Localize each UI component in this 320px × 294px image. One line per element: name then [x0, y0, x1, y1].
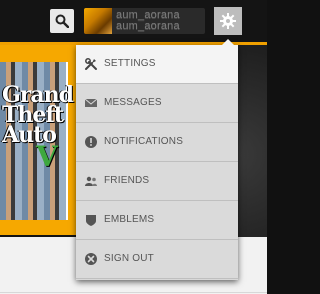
gear-icon	[220, 13, 236, 29]
menu-item-messages[interactable]: MESSAGES	[76, 84, 238, 123]
emblem-icon	[86, 215, 96, 226]
close-circle-icon	[85, 253, 97, 265]
menu-item-settings[interactable]: SETTINGS	[76, 45, 238, 84]
username: aum_aorana aum_aorana	[116, 9, 180, 32]
menu-item-label: MESSAGES	[104, 97, 162, 108]
menu-item-label: EMBLEMS	[104, 214, 155, 225]
friends-icon	[85, 176, 97, 186]
menu-item-label: NOTIFICATIONS	[104, 136, 184, 147]
menu-item-label: SIGN OUT	[104, 253, 154, 264]
menu-item-emblems[interactable]: EMBLEMS	[76, 201, 238, 240]
avatar	[84, 8, 112, 34]
settings-dropdown-menu: SETTINGS MESSAGES NOTIFICATIONS FRIENDS …	[76, 39, 238, 280]
game-title-logo: Grand Theft Auto	[2, 82, 74, 148]
game-numeral-logo: V	[36, 140, 58, 173]
menu-item-label: SETTINGS	[104, 58, 156, 69]
search-button[interactable]	[50, 9, 74, 33]
top-bar: aum_aorana aum_aorana	[0, 0, 267, 42]
menu-item-label: FRIENDS	[104, 175, 150, 186]
search-icon	[55, 14, 69, 28]
menu-item-notifications[interactable]: NOTIFICATIONS	[76, 123, 238, 162]
user-profile-chip[interactable]: aum_aorana aum_aorana	[84, 8, 205, 34]
wrench-screwdriver-icon	[85, 58, 97, 70]
menu-item-friends[interactable]: FRIENDS	[76, 162, 238, 201]
menu-item-sign-out[interactable]: SIGN OUT	[76, 240, 238, 279]
envelope-icon	[84, 98, 98, 107]
settings-toggle-button[interactable]	[214, 7, 242, 35]
alert-icon	[85, 136, 97, 148]
divider	[0, 292, 267, 293]
